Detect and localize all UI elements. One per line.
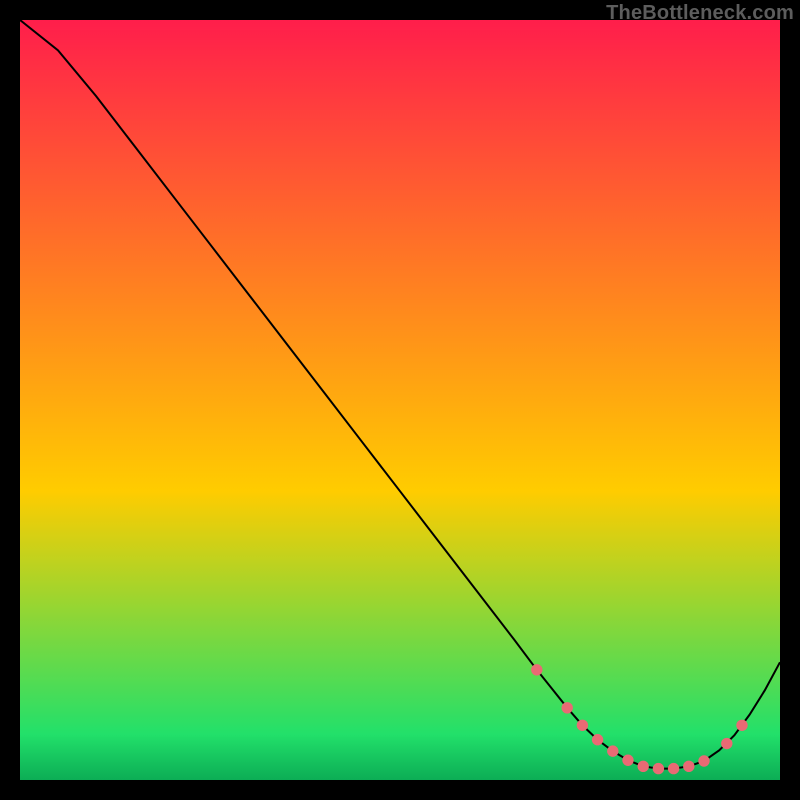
marker-dot — [607, 745, 618, 756]
marker-dot — [736, 720, 747, 731]
marker-dot — [668, 763, 679, 774]
chart-canvas — [20, 20, 780, 780]
marker-dot — [683, 761, 694, 772]
chart-frame: { "watermark": "TheBottleneck.com", "col… — [0, 0, 800, 800]
marker-dot — [653, 763, 664, 774]
marker-dot — [638, 761, 649, 772]
marker-dot — [531, 664, 542, 675]
marker-dot — [622, 755, 633, 766]
marker-dot — [592, 734, 603, 745]
marker-dot — [698, 755, 709, 766]
marker-dot — [577, 720, 588, 731]
marker-dot — [721, 738, 732, 749]
gradient-background — [20, 20, 780, 780]
marker-dot — [562, 702, 573, 713]
